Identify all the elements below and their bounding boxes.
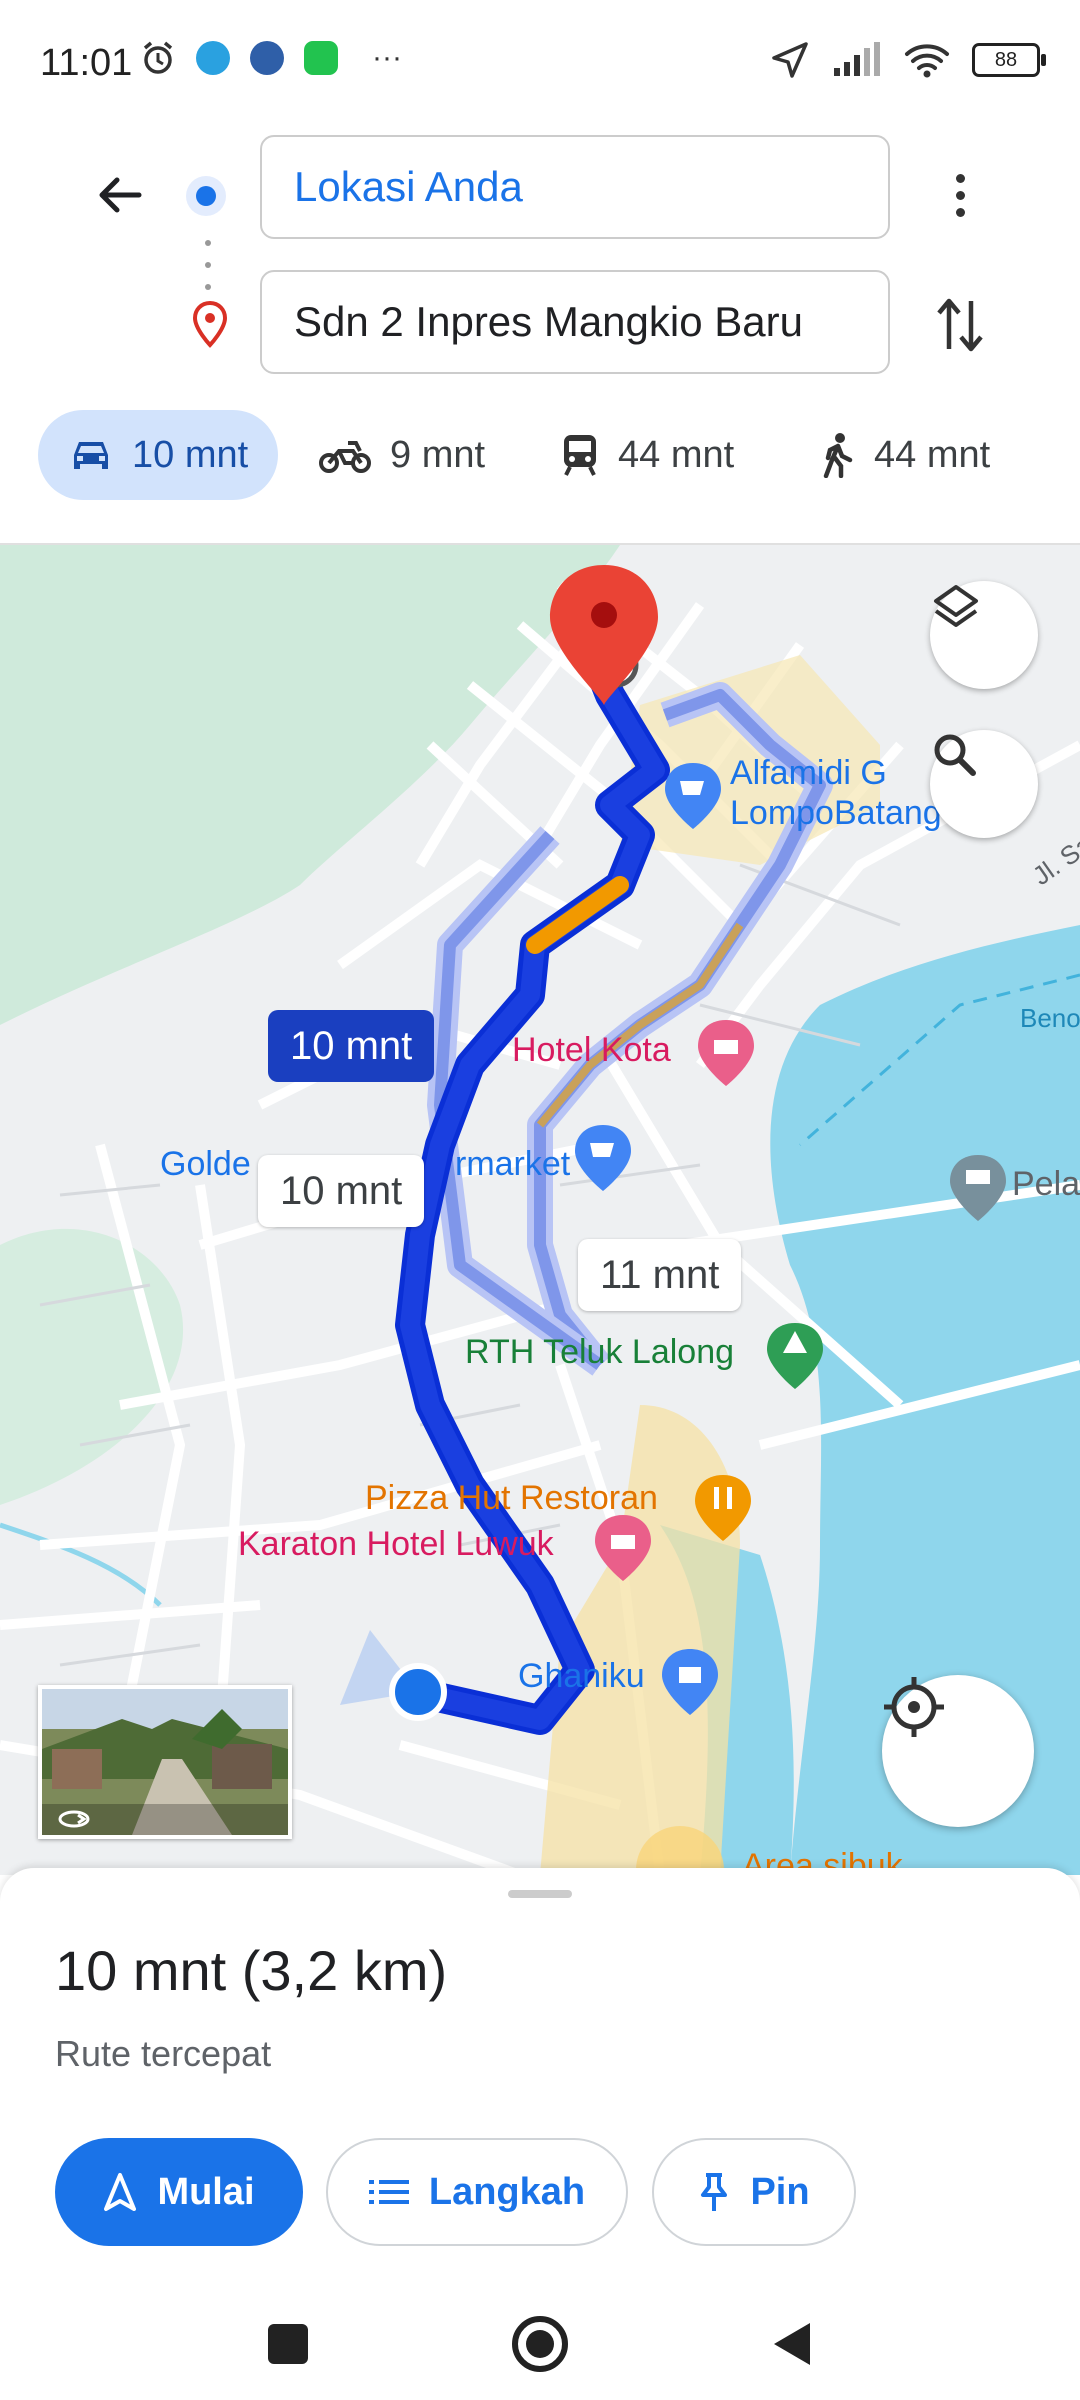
route-subtitle: Rute tercepat xyxy=(55,2033,272,2074)
sheet-drag-handle[interactable] xyxy=(508,1890,572,1898)
start-navigation-button[interactable]: Mulai xyxy=(55,2138,303,2246)
route-summary: 10 mnt (3,2 km) xyxy=(55,1939,448,2002)
my-location-button[interactable] xyxy=(882,1675,1034,1827)
search-along-route-button[interactable] xyxy=(930,730,1038,838)
alfamidi-line2: LompoBatang xyxy=(730,794,942,832)
home-circle-icon xyxy=(512,2316,568,2372)
route-summary-sheet[interactable]: 10 mnt (3,2 km) Rute tercepat Mulai Lang… xyxy=(0,1868,1080,2288)
route-connector xyxy=(205,240,211,290)
place-label-ghaniku[interactable]: Ghaniku xyxy=(518,1657,645,1696)
battery-icon: 88 xyxy=(972,43,1046,77)
square-icon xyxy=(268,2324,308,2364)
arrow-back-icon xyxy=(99,177,142,213)
more-notifications: ··· xyxy=(372,41,402,74)
steps-label: Langkah xyxy=(428,2170,586,2213)
tab-motorcycle-time: 9 mnt xyxy=(390,433,486,476)
my-location-dot xyxy=(389,1663,447,1721)
steps-button[interactable]: Langkah xyxy=(326,2138,628,2246)
place-label-karaton[interactable]: Karaton Hotel Luwuk xyxy=(238,1525,554,1564)
notification-icons: ··· xyxy=(140,40,402,76)
location-arrow-icon xyxy=(772,42,808,78)
walk-icon xyxy=(823,433,853,478)
place-label-golden[interactable]: Golde xyxy=(160,1145,251,1184)
back-nav-button[interactable] xyxy=(762,2314,822,2374)
tab-walk-time: 44 mnt xyxy=(874,433,991,476)
layers-button[interactable] xyxy=(930,581,1038,689)
swap-vertical-icon xyxy=(937,298,983,352)
triangle-back-icon xyxy=(774,2323,810,2365)
recents-button[interactable] xyxy=(258,2314,318,2374)
pin-label: Pin xyxy=(750,2170,810,2213)
motorcycle-icon xyxy=(319,441,371,473)
place-label-pela[interactable]: Pela xyxy=(1012,1165,1080,1204)
travel-mode-tabs: 10 mnt 9 mnt 44 mnt 44 mnt xyxy=(0,410,1080,500)
tab-transit-time: 44 mnt xyxy=(618,433,735,476)
origin-field[interactable]: Lokasi Anda xyxy=(260,135,890,239)
status-bar: 11:01 ··· 88 xyxy=(0,0,1080,130)
place-label-hotel-kota[interactable]: Hotel Kota xyxy=(512,1031,671,1070)
car-icon xyxy=(74,442,108,469)
telegram-icon xyxy=(196,41,230,75)
pin-button[interactable]: Pin xyxy=(652,2138,856,2246)
route-time-primary[interactable]: 10 mnt xyxy=(268,1010,435,1082)
street-view-thumbnail[interactable] xyxy=(38,1685,292,1839)
water-label-beno: Beno xyxy=(1020,1003,1080,1033)
place-label-rth[interactable]: RTH Teluk Lalong xyxy=(465,1333,734,1372)
place-label-pizza-hut[interactable]: Pizza Hut Restoran xyxy=(365,1479,658,1518)
more-options-button[interactable] xyxy=(935,160,985,230)
tab-walk[interactable]: 44 mnt xyxy=(820,410,990,500)
tab-drive-time: 10 mnt xyxy=(132,433,249,476)
destination-field[interactable]: Sdn 2 Inpres Mangkio Baru xyxy=(260,270,890,374)
crosshair-icon xyxy=(884,1677,944,1737)
navigation-arrow-icon xyxy=(104,2173,137,2211)
system-navigation-bar xyxy=(0,2288,1080,2400)
route-time-alt-1[interactable]: 10 mnt xyxy=(258,1155,425,1227)
alfamidi-line1: Alfamidi G xyxy=(730,754,887,792)
alarm-icon xyxy=(143,41,173,74)
street-view-image xyxy=(42,1689,288,1835)
destination-pin-icon xyxy=(192,300,228,348)
layers-icon xyxy=(934,585,978,627)
home-button[interactable] xyxy=(510,2314,570,2374)
system-icons: 88 xyxy=(770,40,1046,80)
pin-icon xyxy=(701,2173,728,2211)
tab-transit[interactable]: 44 mnt xyxy=(560,410,734,500)
swap-button[interactable] xyxy=(925,290,995,360)
origin-dot-icon xyxy=(186,176,226,216)
route-time-alt-2[interactable]: 11 mnt xyxy=(578,1239,742,1311)
list-icon xyxy=(368,2180,409,2204)
place-label-alfamidi[interactable]: Alfamidi G LompoBatang xyxy=(730,753,942,833)
tab-drive[interactable]: 10 mnt xyxy=(38,410,279,500)
line-icon xyxy=(304,41,338,75)
back-button[interactable] xyxy=(90,165,150,225)
status-time: 11:01 xyxy=(40,42,133,84)
start-label: Mulai xyxy=(157,2170,255,2213)
train-icon xyxy=(564,435,596,476)
messaging-icon xyxy=(250,41,284,75)
signal-icon xyxy=(834,42,880,76)
directions-header: Lokasi Anda Sdn 2 Inpres Mangkio Baru 10… xyxy=(0,130,1080,540)
tab-motorcycle[interactable]: 9 mnt xyxy=(318,410,485,500)
place-label-supermarket[interactable]: rmarket xyxy=(455,1145,570,1184)
map-view[interactable]: Alfamidi G LompoBatang Hotel Kota Golde … xyxy=(0,543,1080,1875)
wifi-icon xyxy=(905,44,949,78)
search-icon xyxy=(934,734,976,776)
